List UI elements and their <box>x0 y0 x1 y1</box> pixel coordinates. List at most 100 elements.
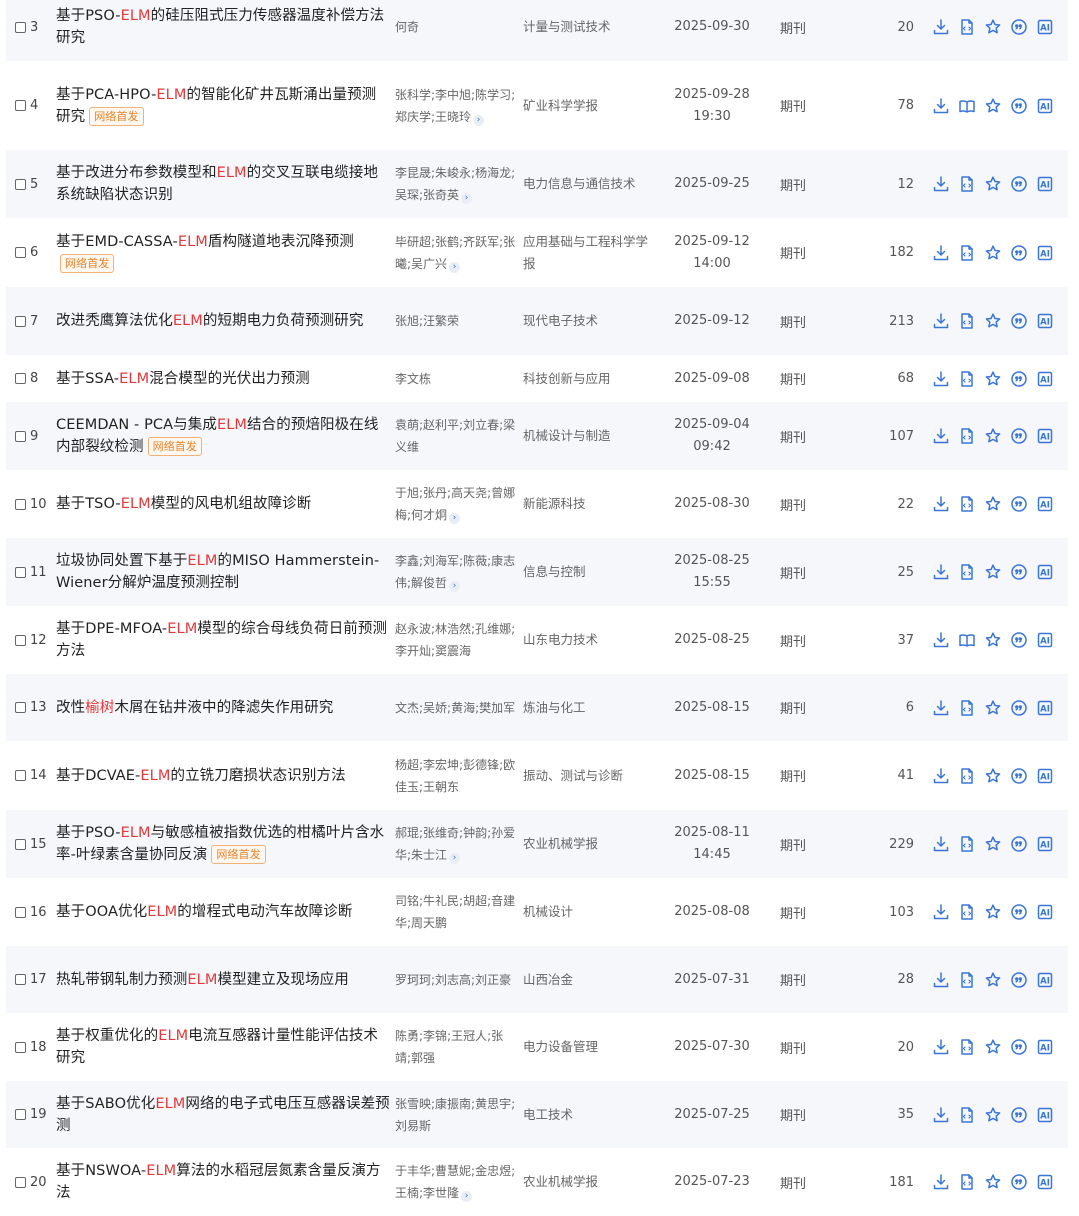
select-checkbox[interactable] <box>15 430 26 442</box>
article-authors[interactable]: 李昆晟;朱峻永;杨海龙;吴琛;张奇英 › <box>395 162 517 206</box>
select-checkbox[interactable] <box>15 1041 26 1053</box>
select-checkbox[interactable] <box>15 634 26 646</box>
article-authors[interactable]: 张雪映;康振南;黄思宇;刘易斯 <box>395 1093 517 1137</box>
article-authors[interactable]: 于丰华;曹慧妮;金忠煜;王楠;李世隆 › <box>395 1160 517 1204</box>
select-checkbox[interactable] <box>15 838 26 850</box>
download-icon[interactable] <box>932 97 950 115</box>
download-icon[interactable] <box>932 631 950 649</box>
article-authors[interactable]: 杨超;李宏坤;彭德锋;欧佳玉;王朝东 <box>395 754 517 798</box>
html-icon[interactable] <box>958 835 976 853</box>
html-icon[interactable] <box>958 427 976 445</box>
download-icon[interactable] <box>932 1173 950 1191</box>
article-source-link[interactable]: 山东电力技术 <box>523 629 598 651</box>
ai-assistant-icon[interactable]: AI <box>1036 312 1054 330</box>
article-authors[interactable]: 罗珂珂;刘志高;刘正豪 <box>395 969 511 991</box>
article-authors[interactable]: 郝琨;张维奇;钟韵;孙爱华;朱士江 › <box>395 822 517 866</box>
html-icon[interactable] <box>958 563 976 581</box>
html-icon[interactable] <box>958 903 976 921</box>
article-title-link[interactable]: 基于OOA优化ELM的增程式电动汽车故障诊断 <box>56 901 352 923</box>
select-checkbox[interactable] <box>15 702 26 713</box>
article-title-link[interactable]: 垃圾协同处置下基于ELM的MISO Hammerstein-Wiener分解炉温… <box>56 550 390 594</box>
article-title-link[interactable]: 基于EMD-CASSA-ELM盾构隧道地表沉降预测网络首发 <box>56 231 390 275</box>
favorite-star-icon[interactable] <box>984 312 1002 330</box>
ai-assistant-icon[interactable]: AI <box>1036 563 1054 581</box>
more-authors-chevron-icon[interactable]: › <box>449 581 461 592</box>
article-title-link[interactable]: 基于PCA-HPO-ELM的智能化矿井瓦斯涌出量预测研究 网络首发 <box>56 84 390 128</box>
download-icon[interactable] <box>932 495 950 513</box>
article-source-link[interactable]: 电力信息与通信技术 <box>523 173 636 195</box>
article-source-link[interactable]: 新能源科技 <box>523 493 586 515</box>
cite-quote-icon[interactable] <box>1010 631 1028 649</box>
favorite-star-icon[interactable] <box>984 244 1002 262</box>
article-authors[interactable]: 张旭;汪繁荣 <box>395 310 459 332</box>
cite-quote-icon[interactable] <box>1010 1106 1028 1124</box>
html-icon[interactable] <box>958 1173 976 1191</box>
cite-quote-icon[interactable] <box>1010 370 1028 388</box>
download-icon[interactable] <box>932 903 950 921</box>
favorite-star-icon[interactable] <box>984 631 1002 649</box>
article-title-link[interactable]: 基于权重优化的ELM电流互感器计量性能评估技术研究 <box>56 1025 390 1069</box>
select-checkbox[interactable] <box>15 906 26 918</box>
article-title-link[interactable]: 改进秃鹰算法优化ELM的短期电力负荷预测研究 <box>56 310 363 332</box>
select-checkbox[interactable] <box>15 247 26 258</box>
article-source-link[interactable]: 应用基础与工程科学学报 <box>523 231 655 275</box>
html-icon[interactable] <box>958 18 976 36</box>
cite-quote-icon[interactable] <box>1010 699 1028 717</box>
article-authors[interactable]: 李鑫;刘海军;陈薇;康志伟;解俊哲 › <box>395 550 517 594</box>
article-title-link[interactable]: 基于DPE-MFOA-ELM模型的综合母线负荷日前预测方法 <box>56 618 390 662</box>
article-authors[interactable]: 赵永波;林浩然;孔维娜;李开灿;窦震海 <box>395 618 517 662</box>
html-icon[interactable] <box>958 1106 976 1124</box>
select-checkbox[interactable] <box>15 178 26 190</box>
download-icon[interactable] <box>932 312 950 330</box>
download-icon[interactable] <box>932 175 950 193</box>
article-title-link[interactable]: 改性榆树木屑在钻井液中的降滤失作用研究 <box>56 697 333 719</box>
select-checkbox[interactable] <box>15 566 26 578</box>
article-authors[interactable]: 于旭;张丹;高天尧;曾娜梅;何才炯 › <box>395 482 517 526</box>
article-source-link[interactable]: 炼油与化工 <box>523 697 586 719</box>
cite-quote-icon[interactable] <box>1010 18 1028 36</box>
article-title-link[interactable]: 基于TSO-ELM模型的风电机组故障诊断 <box>56 493 311 515</box>
article-source-link[interactable]: 矿业科学学报 <box>523 95 598 117</box>
download-icon[interactable] <box>932 1106 950 1124</box>
ai-assistant-icon[interactable]: AI <box>1036 1106 1054 1124</box>
article-authors[interactable]: 张科学;李中旭;陈学习;郑庆学;王晓玲 › <box>395 84 517 128</box>
cite-quote-icon[interactable] <box>1010 1038 1028 1056</box>
ai-assistant-icon[interactable]: AI <box>1036 631 1054 649</box>
more-authors-chevron-icon[interactable]: › <box>449 261 461 273</box>
cite-quote-icon[interactable] <box>1010 495 1028 513</box>
article-title-link[interactable]: 热轧带钢轧制力预测ELM模型建立及现场应用 <box>56 969 349 991</box>
article-source-link[interactable]: 振动、测试与诊断 <box>523 765 623 787</box>
article-source-link[interactable]: 电力设备管理 <box>523 1036 598 1058</box>
ai-assistant-icon[interactable]: AI <box>1036 370 1054 388</box>
select-checkbox[interactable] <box>15 1176 26 1188</box>
select-checkbox[interactable] <box>15 1109 26 1120</box>
article-title-link[interactable]: 基于DCVAE-ELM的立铣刀磨损状态识别方法 <box>56 765 346 787</box>
favorite-star-icon[interactable] <box>984 563 1002 581</box>
cite-quote-icon[interactable] <box>1010 312 1028 330</box>
favorite-star-icon[interactable] <box>984 835 1002 853</box>
select-checkbox[interactable] <box>15 315 26 327</box>
favorite-star-icon[interactable] <box>984 370 1002 388</box>
article-title-link[interactable]: 基于PSO-ELM的硅压阻式压力传感器温度补偿方法研究 <box>56 5 390 49</box>
cite-quote-icon[interactable] <box>1010 427 1028 445</box>
html-icon[interactable] <box>958 699 976 717</box>
ai-assistant-icon[interactable]: AI <box>1036 495 1054 513</box>
download-icon[interactable] <box>932 1038 950 1056</box>
favorite-star-icon[interactable] <box>984 175 1002 193</box>
more-authors-chevron-icon[interactable]: › <box>473 114 485 126</box>
cite-quote-icon[interactable] <box>1010 175 1028 193</box>
favorite-star-icon[interactable] <box>984 699 1002 717</box>
cite-quote-icon[interactable] <box>1010 563 1028 581</box>
book-icon[interactable] <box>958 97 976 115</box>
select-checkbox[interactable] <box>15 21 26 33</box>
ai-assistant-icon[interactable]: AI <box>1036 244 1054 262</box>
article-source-link[interactable]: 现代电子技术 <box>523 310 598 332</box>
html-icon[interactable] <box>958 495 976 513</box>
article-source-link[interactable]: 电工技术 <box>523 1104 573 1126</box>
download-icon[interactable] <box>932 699 950 717</box>
article-source-link[interactable]: 山西冶金 <box>523 969 573 991</box>
favorite-star-icon[interactable] <box>984 18 1002 36</box>
article-title-link[interactable]: 基于SSA-ELM混合模型的光伏出力预测 <box>56 368 310 390</box>
download-icon[interactable] <box>932 370 950 388</box>
more-authors-chevron-icon[interactable]: › <box>461 1191 473 1202</box>
